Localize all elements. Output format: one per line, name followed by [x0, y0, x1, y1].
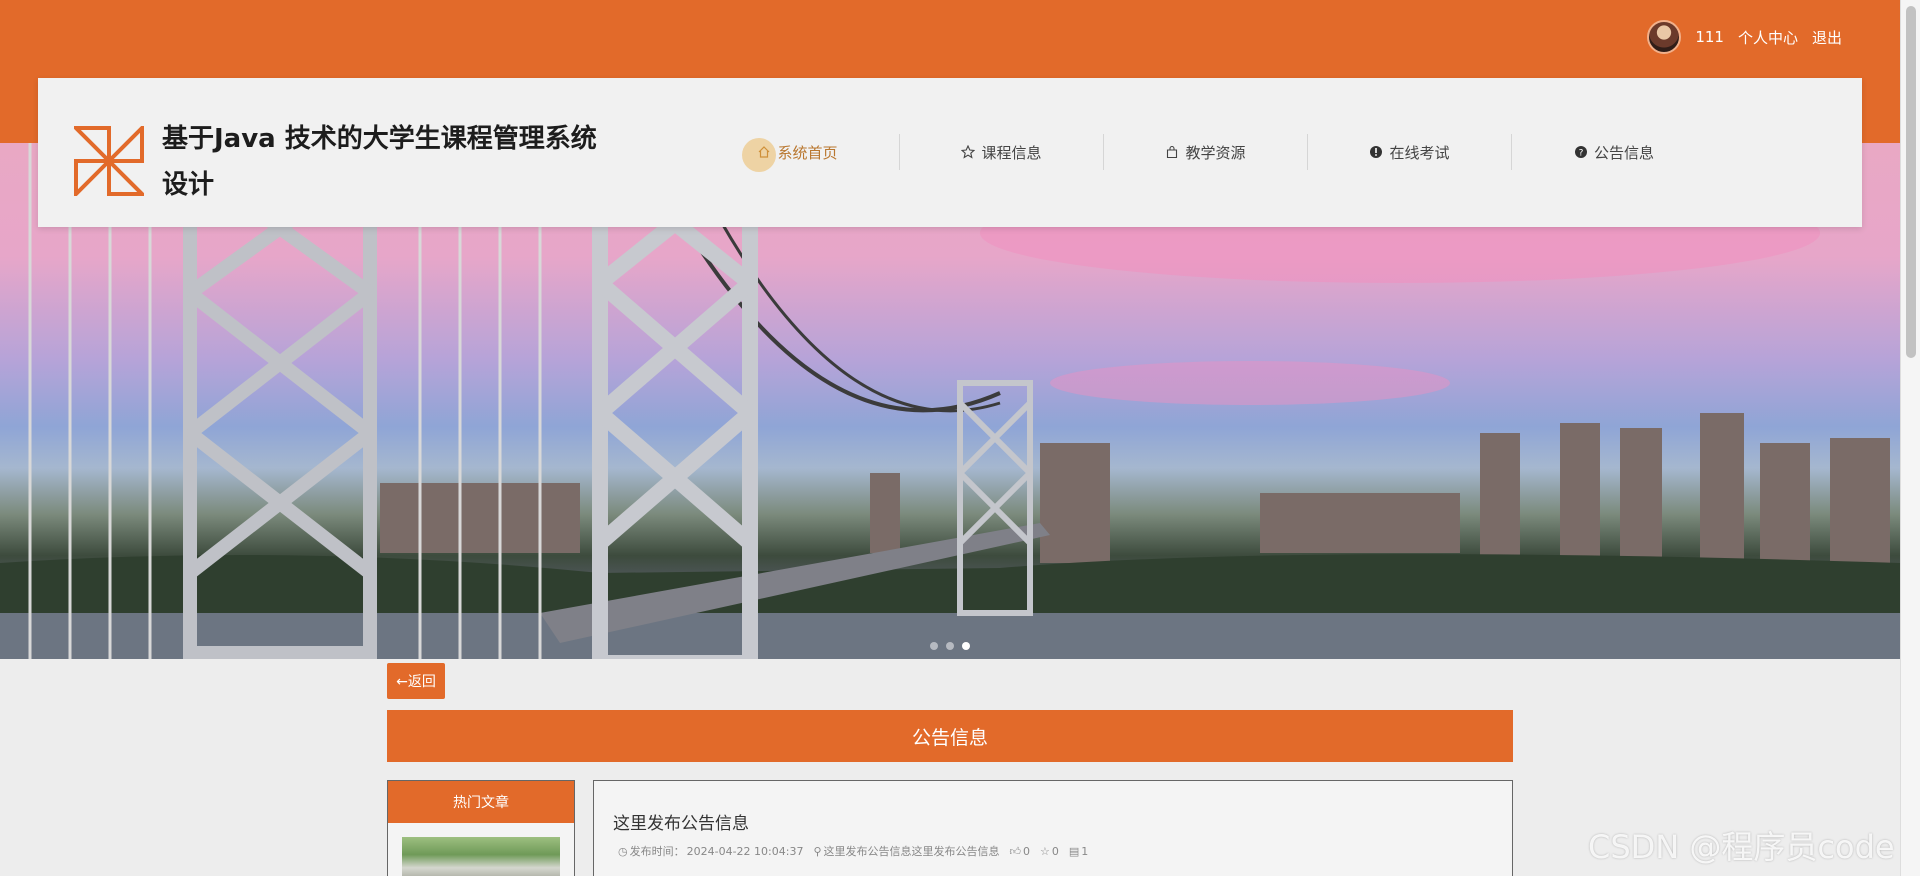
nav-exam[interactable]: 在线考试	[1308, 134, 1512, 170]
star-icon	[961, 145, 976, 159]
notice-meta: ◷ 发布时间： 2024-04-22 10:04:37 ⚲ 这里发布公告信息这里…	[618, 843, 1088, 859]
like-count: 0	[1023, 844, 1030, 858]
site-title: 基于Java 技术的大学生课程管理系统设计	[162, 124, 597, 200]
nav-resources-label: 教学资源	[1185, 143, 1246, 162]
notice-title: 这里发布公告信息	[613, 814, 749, 834]
help-icon: ?	[1574, 146, 1587, 159]
hot-articles-title: 热门文章	[388, 781, 574, 823]
publish-time-label: 发布时间：	[629, 845, 685, 858]
personal-center-link[interactable]: 个人中心	[1738, 27, 1798, 48]
pinwheel-logo-icon	[74, 126, 144, 196]
nav-resources[interactable]: 教学资源	[1104, 134, 1308, 170]
nav-courses[interactable]: 课程信息	[900, 134, 1104, 170]
notice-author: 这里发布公告信息这里发布公告信息	[823, 845, 1000, 858]
nav-courses-label: 课程信息	[981, 143, 1042, 162]
star-icon[interactable]: ☆	[1040, 845, 1050, 858]
thumb-up-icon[interactable]: 👍︎	[1010, 845, 1022, 858]
alert-icon	[1370, 146, 1383, 158]
main-nav: 系统首页 课程信息 教学资源 在线考试 ? 公告信息	[696, 130, 1716, 174]
hot-articles-panel: 热门文章	[387, 780, 575, 876]
hot-article-thumbnail[interactable]	[402, 837, 560, 876]
carousel-dot[interactable]	[930, 642, 938, 650]
carousel-dot[interactable]	[946, 642, 954, 650]
user-icon: ⚲	[813, 844, 822, 858]
cursor-highlight	[742, 138, 776, 172]
favorite-count: 0	[1051, 844, 1059, 858]
bag-icon	[1167, 145, 1178, 159]
site-header: 基于Java 技术的大学生课程管理系统设计 系统首页 课程信息 教学资源 在线考…	[38, 78, 1862, 227]
comment-icon: ▤	[1068, 844, 1080, 858]
nav-notices[interactable]: ? 公告信息	[1512, 134, 1716, 170]
username[interactable]: 111	[1695, 28, 1724, 46]
logout-link[interactable]: 退出	[1812, 27, 1842, 48]
notice-detail: 这里发布公告信息 ◷ 发布时间： 2024-04-22 10:04:37 ⚲ 这…	[593, 780, 1513, 876]
avatar[interactable]	[1647, 20, 1682, 54]
watermark: CSDN @程序员code	[1588, 828, 1895, 866]
user-box: 111 个人中心 退出	[1647, 20, 1842, 54]
nav-home[interactable]: 系统首页	[696, 134, 900, 170]
section-title: 公告信息	[387, 710, 1513, 762]
back-button[interactable]: ←返回	[387, 663, 445, 699]
carousel-dot-active[interactable]	[962, 642, 970, 650]
publish-time: 2024-04-22 10:04:37	[686, 844, 804, 858]
nav-exam-label: 在线考试	[1389, 143, 1450, 162]
nav-home-label: 系统首页	[777, 143, 838, 162]
nav-notices-label: 公告信息	[1593, 143, 1654, 162]
carousel-dots	[930, 642, 970, 650]
scrollbar-thumb[interactable]	[1906, 6, 1916, 358]
comment-count: 1	[1081, 844, 1089, 858]
clock-icon: ◷	[618, 844, 628, 858]
page-scrollbar[interactable]	[1900, 0, 1920, 876]
svg-text:?: ?	[1579, 149, 1584, 159]
